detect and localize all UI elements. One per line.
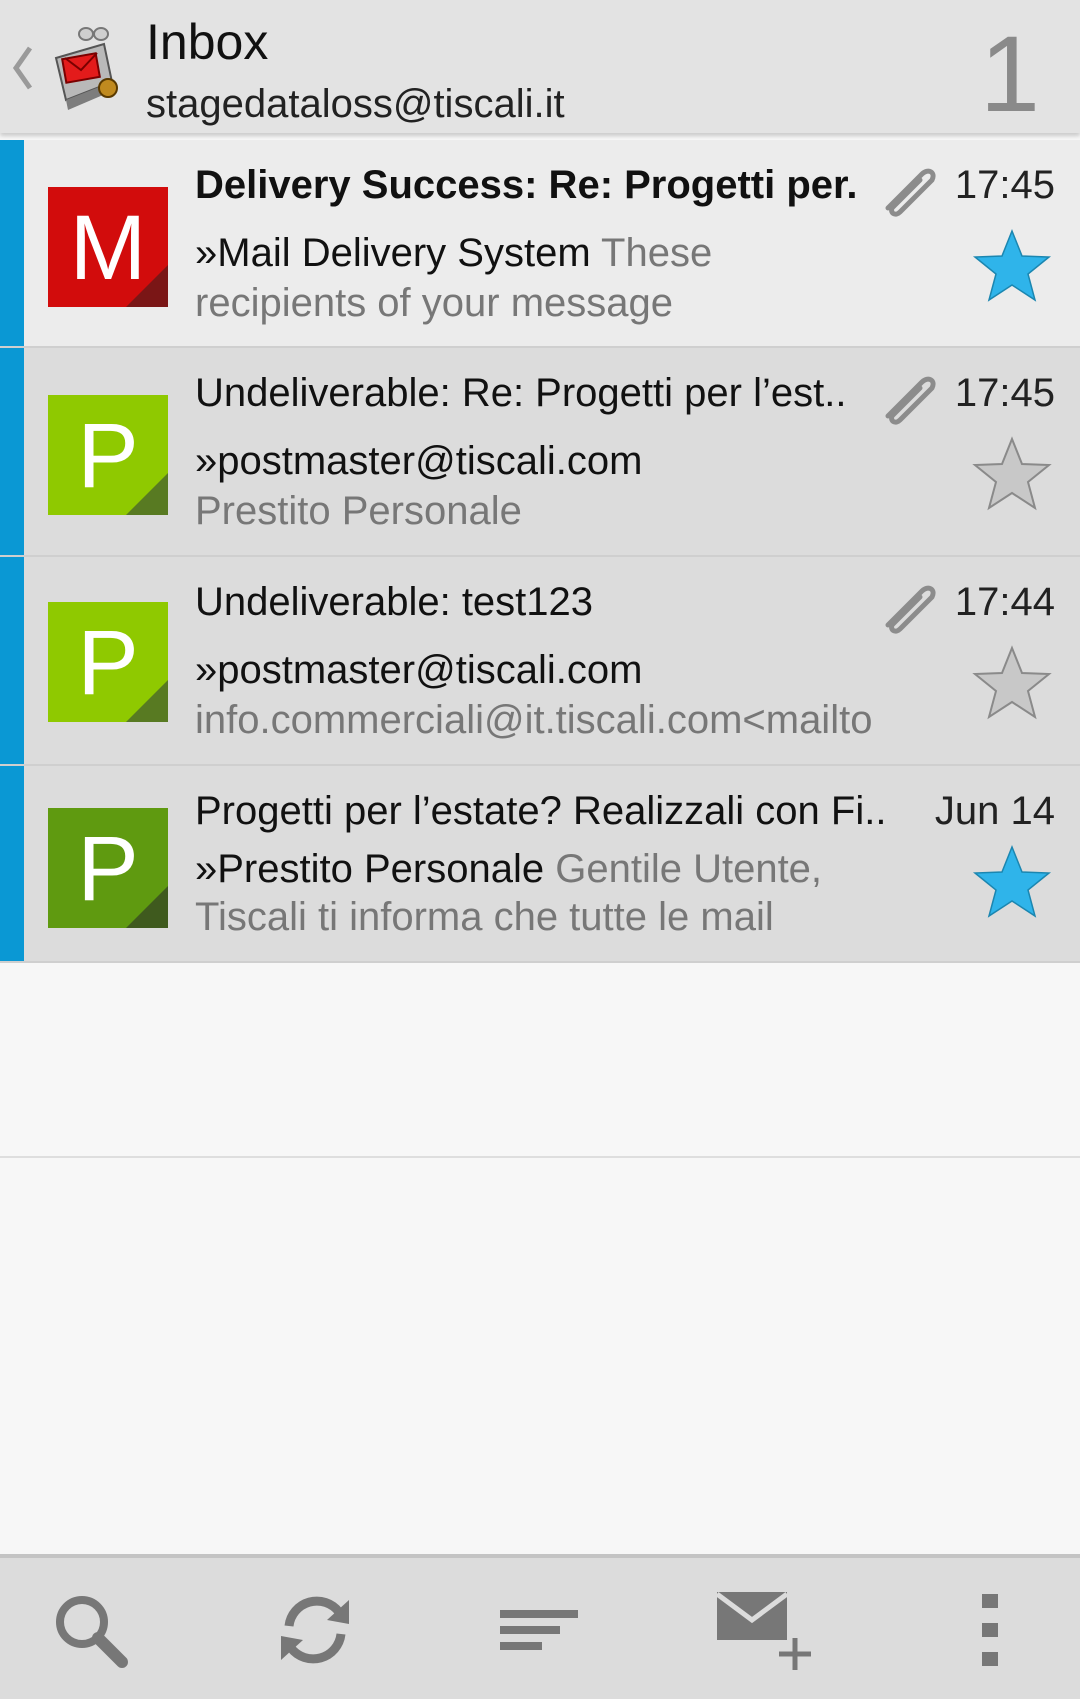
avatar-corner (126, 265, 168, 307)
avatar[interactable]: P (48, 395, 168, 515)
sender-line: »postmaster@tiscali.com (195, 436, 955, 486)
message-sender: »postmaster@tiscali.com (195, 439, 643, 483)
message-preview: Gentile Utente, (555, 847, 823, 891)
star-icon[interactable] (972, 844, 1052, 920)
unread-indicator (0, 766, 24, 961)
message-preview-line: Tiscali ti informa che tutte le mail (195, 895, 774, 939)
refresh-icon (281, 1596, 349, 1664)
star-outline-icon[interactable] (972, 645, 1052, 721)
avatar-corner (126, 680, 168, 722)
folder-title: Inbox (146, 14, 269, 70)
overflow-menu-icon (982, 1594, 998, 1666)
message-time: 17:45 (954, 371, 1055, 415)
message-sender: »Mail Delivery System (195, 231, 591, 275)
overflow-menu-button[interactable] (940, 1580, 1040, 1680)
avatar[interactable]: P (48, 602, 168, 722)
message-row[interactable]: P Undeliverable: test123 17:44 »postmast… (0, 557, 1080, 766)
avatar-corner (126, 473, 168, 515)
avatar[interactable]: P (48, 808, 168, 928)
message-subject: Progetti per l’estate? Realizzali con Fi… (195, 789, 887, 833)
account-email: stagedataloss@tiscali.it (146, 82, 565, 126)
sort-icon (500, 1610, 578, 1650)
unread-indicator (0, 557, 24, 764)
search-icon (56, 1596, 128, 1668)
unread-count: 1 (979, 13, 1040, 134)
message-time: 17:44 (954, 580, 1055, 624)
message-time: Jun 14 (934, 789, 1055, 833)
search-button[interactable] (40, 1580, 140, 1680)
message-row[interactable]: M Delivery Success: Re: Progetti per.. 1… (0, 140, 1080, 348)
bottom-toolbar (0, 1554, 1080, 1699)
compose-button[interactable] (715, 1580, 815, 1680)
star-outline-icon[interactable] (972, 436, 1052, 512)
message-row[interactable]: P Progetti per l’estate? Realizzali con … (0, 766, 1080, 963)
message-row[interactable]: P Undeliverable: Re: Progetti per l’est.… (0, 348, 1080, 557)
app-header: Inbox stagedataloss@tiscali.it 1 (0, 0, 1080, 134)
message-subject: Undeliverable: test123 (195, 580, 594, 624)
message-list: M Delivery Success: Re: Progetti per.. 1… (0, 140, 1080, 963)
star-icon[interactable] (972, 228, 1052, 304)
message-time: 17:45 (954, 163, 1055, 207)
sender-line: »Prestito Personale Gentile Utente, (195, 844, 955, 894)
unread-indicator (0, 348, 24, 555)
message-sender: »Prestito Personale (195, 847, 545, 891)
refresh-button[interactable] (265, 1580, 365, 1680)
attachment-icon (885, 376, 936, 425)
sender-line: »Mail Delivery System These (195, 228, 955, 278)
attachment-icon (885, 168, 936, 217)
sort-button[interactable] (490, 1580, 590, 1680)
avatar[interactable]: M (48, 187, 168, 307)
sender-line: »postmaster@tiscali.com (195, 645, 955, 695)
message-preview: These (601, 231, 713, 275)
message-preview-line: recipients of your message (195, 281, 674, 325)
list-divider (0, 1156, 1080, 1158)
message-preview-line: Prestito Personale (195, 489, 522, 533)
message-sender: »postmaster@tiscali.com (195, 648, 643, 692)
unread-indicator (0, 140, 24, 346)
back-chevron-icon[interactable] (10, 40, 36, 96)
compose-icon (715, 1591, 811, 1670)
app-logo-icon[interactable] (46, 22, 124, 112)
avatar-corner (126, 886, 168, 928)
message-preview-line: info.commerciali@it.tiscali.com<mailto (195, 698, 873, 742)
attachment-icon (885, 585, 936, 634)
message-subject: Undeliverable: Re: Progetti per l’est.. (195, 371, 847, 415)
message-subject: Delivery Success: Re: Progetti per.. (195, 163, 860, 207)
